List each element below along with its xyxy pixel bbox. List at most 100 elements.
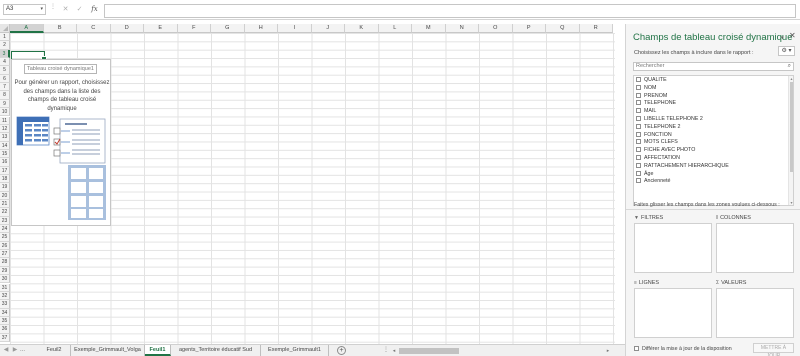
- field-item[interactable]: Âge: [636, 170, 653, 179]
- add-sheet-button[interactable]: +: [337, 346, 346, 355]
- row-header-34[interactable]: 34: [0, 308, 10, 317]
- sheet-tab-feuil2[interactable]: Feuil2: [38, 345, 71, 356]
- row-header-9[interactable]: 9: [0, 99, 10, 109]
- column-header-m[interactable]: M: [412, 24, 446, 33]
- columns-drop-zone[interactable]: [716, 223, 794, 273]
- horizontal-scrollbar[interactable]: ◂ ▸: [390, 347, 612, 355]
- column-header-f[interactable]: F: [177, 24, 211, 33]
- field-checkbox[interactable]: [636, 108, 641, 114]
- field-checkbox[interactable]: [636, 92, 641, 98]
- row-header-5[interactable]: 5: [0, 66, 10, 75]
- row-header-10[interactable]: 10: [0, 108, 10, 117]
- field-item[interactable]: LIBELLE TELEPHONE 2: [636, 116, 703, 124]
- name-box[interactable]: A3 ▾: [3, 4, 46, 15]
- field-item[interactable]: NOM: [636, 84, 656, 93]
- column-header-c[interactable]: C: [77, 24, 111, 33]
- field-checkbox[interactable]: [636, 100, 641, 106]
- row-header-30[interactable]: 30: [0, 275, 10, 284]
- horizontal-scroll-thumb[interactable]: [399, 348, 459, 354]
- column-header-e[interactable]: E: [144, 24, 178, 33]
- field-checkbox[interactable]: [636, 155, 641, 160]
- row-header-23[interactable]: 23: [0, 216, 10, 226]
- row-header-26[interactable]: 26: [0, 241, 10, 251]
- pane-options-dropdown-icon[interactable]: ▾: [781, 35, 784, 41]
- field-item[interactable]: FICHE AVEC PHOTO: [636, 147, 695, 155]
- formula-input[interactable]: [104, 4, 796, 18]
- column-header-n[interactable]: N: [445, 24, 479, 33]
- field-checkbox[interactable]: [636, 131, 641, 137]
- row-header-15[interactable]: 15: [0, 149, 10, 159]
- column-header-g[interactable]: G: [211, 24, 245, 33]
- field-checkbox[interactable]: [636, 139, 641, 145]
- sheet-tab-agents-territoire[interactable]: agents_Territoire éducatif Sud: [171, 345, 261, 356]
- row-header-8[interactable]: 8: [0, 91, 10, 100]
- column-header-q[interactable]: Q: [546, 24, 580, 33]
- tab-splitter-handle[interactable]: ⋮: [383, 347, 389, 353]
- row-header-17[interactable]: 17: [0, 166, 10, 175]
- field-checkbox[interactable]: [636, 147, 641, 153]
- row-header-33[interactable]: 33: [0, 300, 10, 309]
- row-header-2[interactable]: 2: [0, 41, 10, 50]
- row-header-35[interactable]: 35: [0, 316, 10, 326]
- sheet-tab-feuil1[interactable]: Feuil1: [145, 345, 171, 356]
- row-header-31[interactable]: 31: [0, 283, 10, 292]
- field-item[interactable]: AFFECTATION: [636, 155, 680, 163]
- field-item[interactable]: MAIL: [636, 108, 656, 116]
- column-header-o[interactable]: O: [479, 24, 513, 33]
- column-header-k[interactable]: K: [345, 24, 379, 33]
- column-header-l[interactable]: L: [378, 24, 412, 33]
- scroll-tabs-left-icon[interactable]: ◀: [2, 346, 10, 355]
- scroll-left-icon[interactable]: ◂: [390, 347, 398, 355]
- scroll-tabs-right-icon[interactable]: ▶: [11, 346, 19, 355]
- column-header-h[interactable]: H: [244, 24, 278, 33]
- column-header-r[interactable]: R: [579, 24, 613, 33]
- row-header-18[interactable]: 18: [0, 174, 10, 184]
- formula-bar-grip-icon[interactable]: ⋮: [50, 4, 56, 14]
- field-checkbox[interactable]: [636, 162, 641, 168]
- field-item[interactable]: RATTACHEMENT HIERARCHIQUE: [636, 162, 729, 171]
- values-drop-zone[interactable]: [716, 288, 794, 338]
- row-header-27[interactable]: 27: [0, 250, 10, 259]
- filters-drop-zone[interactable]: [634, 223, 712, 273]
- row-header-13[interactable]: 13: [0, 133, 10, 142]
- scroll-right-icon[interactable]: ▸: [604, 347, 612, 355]
- close-icon[interactable]: ✕: [789, 31, 796, 40]
- row-header-24[interactable]: 24: [0, 225, 10, 234]
- row-header-37[interactable]: 37: [0, 333, 10, 342]
- row-header-36[interactable]: 36: [0, 325, 10, 334]
- field-item[interactable]: FONCTION: [636, 131, 672, 140]
- field-checkbox[interactable]: [636, 170, 641, 176]
- scroll-up-icon[interactable]: ▴: [789, 76, 793, 81]
- row-header-20[interactable]: 20: [0, 191, 10, 200]
- scroll-down-icon[interactable]: ▾: [789, 200, 793, 205]
- row-header-19[interactable]: 19: [0, 183, 10, 192]
- insert-function-icon[interactable]: fx: [89, 4, 100, 15]
- more-sheets-ellipsis[interactable]: ...: [20, 345, 25, 355]
- column-header-b[interactable]: B: [43, 24, 77, 33]
- field-checkbox[interactable]: [636, 178, 641, 184]
- select-all-corner[interactable]: [0, 24, 10, 33]
- sheet-tab-exemple-grimmault-volga[interactable]: Exemple_Grimmault_Volga: [71, 345, 145, 356]
- defer-update-checkbox[interactable]: [634, 346, 639, 351]
- row-header-32[interactable]: 32: [0, 291, 10, 301]
- column-header-d[interactable]: D: [110, 24, 144, 33]
- tools-gear-button[interactable]: ⚙ ▾: [778, 46, 795, 56]
- row-header-22[interactable]: 22: [0, 208, 10, 217]
- pivot-table-placeholder[interactable]: Tableau croisé dynamique1 Pour générer u…: [11, 59, 111, 226]
- defer-update-option[interactable]: Différer la mise à jour de la dispositio…: [634, 346, 732, 352]
- field-checkbox[interactable]: [636, 77, 641, 82]
- name-box-dropdown-icon[interactable]: ▾: [40, 5, 43, 14]
- pane-splitter[interactable]: [626, 209, 800, 210]
- worksheet[interactable]: ABCDEFGHIJKLMNOPQR 1 2 3 4 5 6 7 8 9 10 11 12 13 14 15…: [0, 24, 615, 344]
- row-header-14[interactable]: 14: [0, 141, 10, 150]
- cancel-icon[interactable]: ✕: [60, 4, 71, 15]
- row-header-3[interactable]: 3: [0, 49, 10, 59]
- row-header-29[interactable]: 29: [0, 266, 10, 276]
- column-header-j[interactable]: J: [311, 24, 345, 33]
- field-checkbox[interactable]: [636, 84, 641, 90]
- field-list-scrollbar[interactable]: ▴ ▾: [788, 76, 793, 205]
- enter-icon[interactable]: ✓: [74, 4, 85, 15]
- field-item[interactable]: Ancienneté: [636, 178, 671, 186]
- field-checkbox[interactable]: [636, 116, 641, 121]
- field-item[interactable]: QUALITE: [636, 77, 667, 85]
